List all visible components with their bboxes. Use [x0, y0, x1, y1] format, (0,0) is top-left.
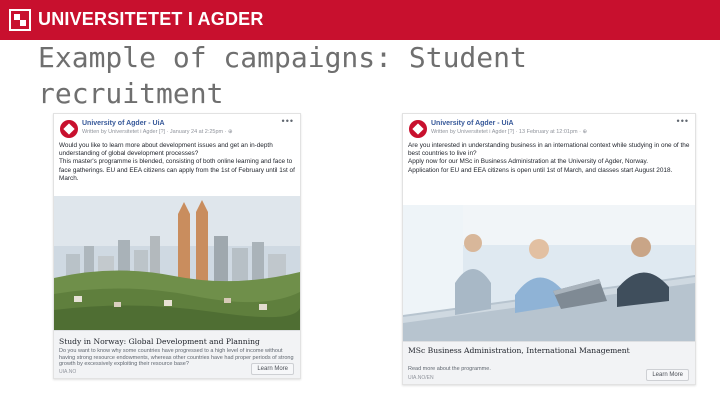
- more-options-icon[interactable]: •••: [282, 116, 294, 126]
- link-preview[interactable]: Study in Norway: Global Development and …: [54, 330, 300, 378]
- globe-icon: ⊕: [582, 129, 588, 135]
- more-options-icon[interactable]: •••: [677, 116, 689, 126]
- link-title[interactable]: Study in Norway: Global Development and …: [59, 337, 295, 346]
- slide-title: Example of campaigns: Student recruitmen…: [38, 41, 527, 110]
- post-paragraph: Would you like to learn more about devel…: [59, 142, 273, 158]
- facebook-post-global-development: University of Agder - UiA Written by Uni…: [53, 113, 301, 379]
- post-paragraph: This master's programme is blended, cons…: [59, 158, 295, 182]
- link-domain: UIA.NO: [59, 369, 77, 375]
- post-paragraph: Are you interested in understanding busi…: [408, 142, 690, 158]
- post-paragraph: Application for EU and EEA citizens is o…: [408, 166, 673, 174]
- post-meta: Written by Universitetet i Agder [?] · 1…: [431, 129, 588, 135]
- brand-name: UNIVERSITETET I AGDER: [38, 9, 264, 29]
- post-meta: Written by Universitetet i Agder [?] · J…: [82, 129, 233, 135]
- city-skyline-photo[interactable]: [54, 196, 300, 330]
- post-text: Would you like to learn more about devel…: [59, 142, 295, 183]
- learn-more-button[interactable]: Learn More: [646, 369, 689, 381]
- post-paragraph: Apply now for our MSc in Business Admini…: [408, 158, 648, 166]
- link-domain: UIA.NO/EN: [408, 375, 434, 381]
- header-bar: UNIVERSITETET I AGDER: [0, 0, 720, 40]
- page-name-link[interactable]: University of Agder - UiA: [82, 120, 165, 127]
- link-description: Read more about the programme.: [408, 366, 491, 372]
- page-avatar[interactable]: [60, 120, 78, 138]
- students-laptop-photo[interactable]: [403, 205, 695, 341]
- page-avatar[interactable]: [409, 120, 427, 138]
- city-skyline-illustration: [54, 196, 300, 330]
- page-name-link[interactable]: University of Agder - UiA: [431, 120, 514, 127]
- facebook-post-business-administration: University of Agder - UiA Written by Uni…: [402, 113, 696, 385]
- link-preview[interactable]: MSc Business Administration, Internation…: [403, 341, 695, 384]
- students-classroom-illustration: [403, 205, 695, 341]
- globe-icon: ⊕: [228, 129, 233, 135]
- link-title[interactable]: MSc Business Administration, Internation…: [408, 346, 638, 355]
- uia-logo-icon: [9, 9, 31, 31]
- post-text: Are you interested in understanding busi…: [408, 142, 690, 175]
- learn-more-button[interactable]: Learn More: [251, 363, 294, 375]
